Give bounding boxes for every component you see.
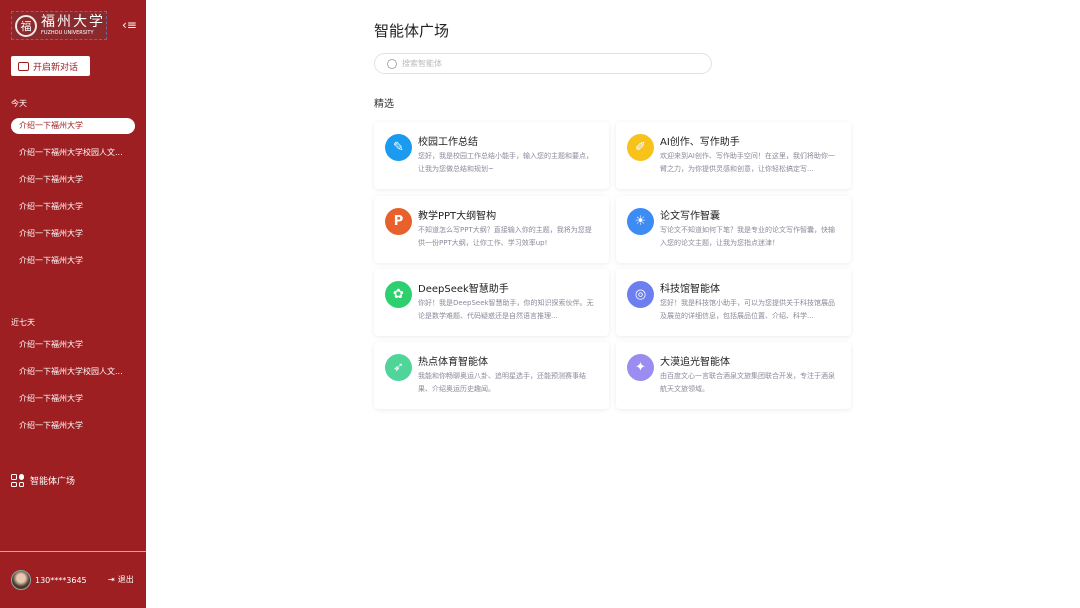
search-icon [387,58,397,69]
agent-name: 教学PPT大纲智构 [418,211,497,222]
sidebar: 福 福州大学 FUZHOU UNIVERSITY ‹≡ 开启新对话 今天 介绍一下… [0,0,146,608]
seal-icon: 福 [15,14,37,37]
agent-name: 科技馆智能体 [660,284,720,295]
agent-icon: ➶ [385,354,412,381]
logout-button[interactable]: ⇥ 退出 [108,574,134,585]
grid-icon [11,474,24,487]
logout-icon: ⇥ [108,575,115,584]
agent-icon: P [385,208,412,235]
history-item[interactable]: 介绍一下福州大学校园人文... [11,145,135,161]
agent-name: DeepSeek智慧助手 [418,284,509,295]
agent-name: 校园工作总结 [418,137,478,148]
agent-description: 你好！我是DeepSeek智慧助手，你的知识探索伙伴。无论是数学难题、代码疑惑还… [418,299,594,320]
agent-description: 不知道怎么写PPT大纲？直接输入你的主题，我将为您提供一份PPT大纲，让你工作、… [418,226,592,247]
agent-description: 您好，我是校园工作总结小能手，输入您的主题和要点，让我为您做总结和规划~ [418,152,593,173]
page-title: 智能体广场 [374,22,450,40]
agent-description: 您好！我是科技馆小助手，可以为您提供关于科技馆展品及展览的详细信息，包括展品位置… [660,299,835,320]
history-item[interactable]: 介绍一下福州大学 [11,118,135,134]
featured-heading: 精选 [374,99,394,110]
new-chat-button[interactable]: 开启新对话 [11,56,90,76]
agent-plaza-link[interactable]: 智能体广场 [11,474,75,487]
agent-name: 论文写作智囊 [660,211,720,222]
agent-description: 我能和你畅聊奥运八卦、追明星选手，还能预测赛事结果、介绍奥运历史趣闻。 [418,372,586,393]
agent-icon: ☀ [627,208,654,235]
agent-description: 欢迎来到AI创作、写作助手空间！在这里，我们将助你一臂之力，为你提供灵感和创意，… [660,152,835,173]
agent-description: 由百度文心一言联合酒泉文旅集团联合开发，专注于酒泉航天文旅领域。 [660,372,835,393]
logout-label: 退出 [117,575,134,584]
section-week: 近七天 [11,318,35,327]
agent-icon: ✐ [627,134,654,161]
history-item[interactable]: 介绍一下福州大学 [11,199,135,215]
agent-plaza-label: 智能体广场 [30,477,76,487]
agent-card[interactable]: ✎ 校园工作总结您好，我是校园工作总结小能手，输入您的主题和要点，让我为您做总结和… [374,122,609,189]
history-item[interactable]: 介绍一下福州大学 [11,253,135,269]
agent-icon: ✿ [385,281,412,308]
agent-name: 热点体育智能体 [418,357,488,368]
divider [0,551,146,552]
agent-name: AI创作、写作助手 [660,137,740,148]
agent-card[interactable]: ✿ DeepSeek智慧助手你好！我是DeepSeek智慧助手，你的知识探索伙伴。… [374,269,609,336]
agent-icon: ✎ [385,134,412,161]
logo-subtext: FUZHOU UNIVERSITY [41,30,94,36]
agent-card[interactable]: ☀ 论文写作智囊写论文不知道如何下笔？我是专业的论文写作智囊，快输入您的论文主题，… [616,196,851,263]
search-input[interactable] [402,59,682,68]
agent-card[interactable]: ✐ AI创作、写作助手欢迎来到AI创作、写作助手空间！在这里，我们将助你一臂之力，… [616,122,851,189]
history-item[interactable]: 介绍一下福州大学 [11,226,135,242]
chat-icon [18,61,29,71]
section-today: 今天 [11,99,27,108]
history-item[interactable]: 介绍一下福州大学 [11,418,135,434]
agent-card[interactable]: ✦ 大漠追光智能体由百度文心一言联合酒泉文旅集团联合开发，专注于酒泉航天文旅领域。 [616,342,851,409]
new-chat-label: 开启新对话 [33,62,79,73]
agent-icon: ◎ [627,281,654,308]
history-item[interactable]: 介绍一下福州大学 [11,172,135,188]
history-item[interactable]: 介绍一下福州大学 [11,337,135,353]
history-item[interactable]: 介绍一下福州大学校园人文... [11,364,135,380]
user-phone: 130****3645 [35,575,87,585]
agent-card[interactable]: P 教学PPT大纲智构不知道怎么写PPT大纲？直接输入你的主题，我将为您提供一份P… [374,196,609,263]
agent-name: 大漠追光智能体 [660,357,730,368]
agent-icon: ✦ [627,354,654,381]
university-logo: 福 福州大学 FUZHOU UNIVERSITY [11,11,107,40]
agent-card[interactable]: ◎ 科技馆智能体您好！我是科技馆小助手，可以为您提供关于科技馆展品及展览的详细信息… [616,269,851,336]
avatar [11,570,31,590]
agent-card[interactable]: ➶ 热点体育智能体我能和你畅聊奥运八卦、追明星选手，还能预测赛事结果、介绍奥运历史… [374,342,609,409]
agent-description: 写论文不知道如何下笔？我是专业的论文写作智囊，快输入您的论文主题，让我为您指点迷… [660,226,835,247]
collapse-sidebar-icon[interactable]: ‹≡ [122,18,137,32]
history-item[interactable]: 介绍一下福州大学 [11,391,135,407]
user-profile[interactable]: 130****3645 [11,570,87,590]
logo-text: 福州大学 [41,14,105,30]
search-bar[interactable] [374,53,712,74]
